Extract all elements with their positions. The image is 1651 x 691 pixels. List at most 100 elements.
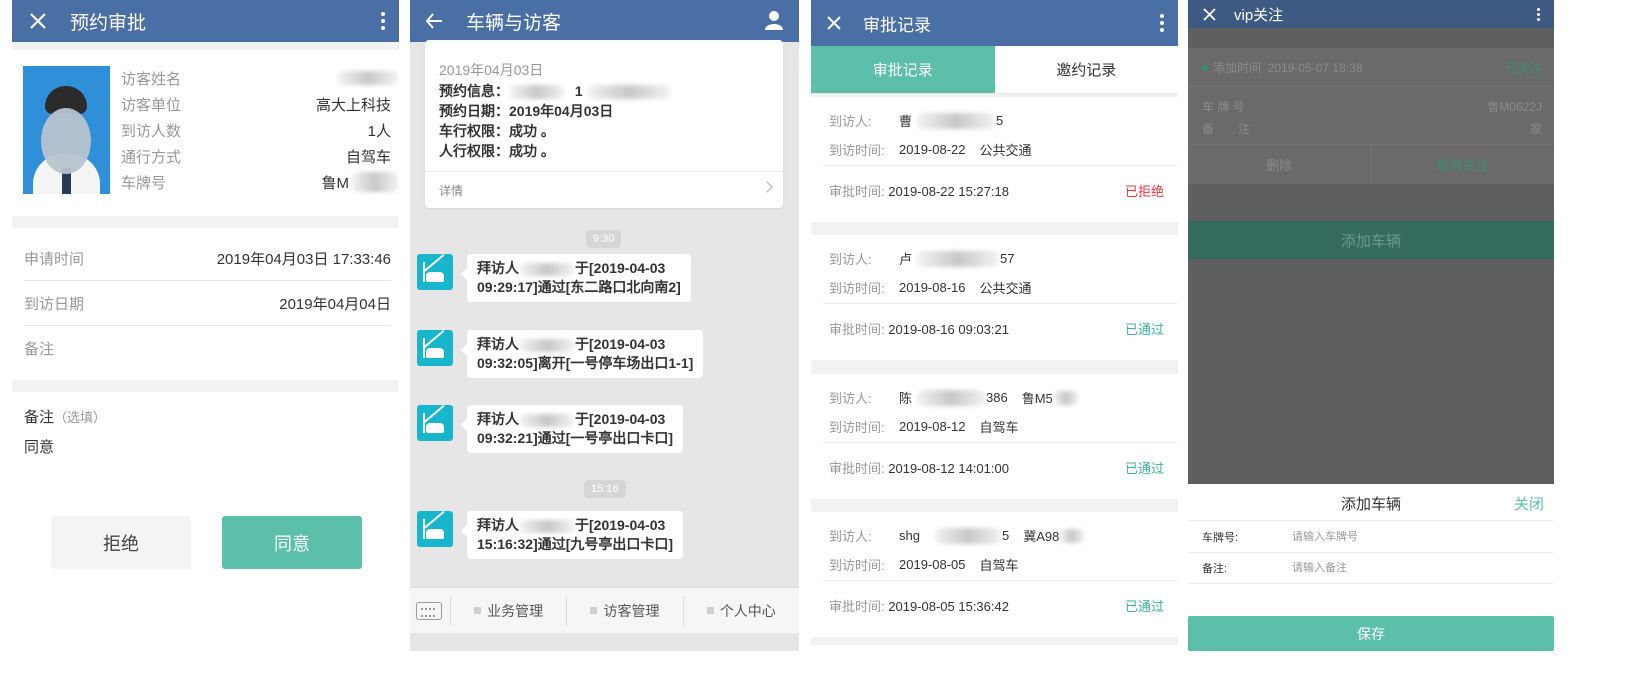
visit-mode: 公共交通 <box>979 281 1032 296</box>
reject-button[interactable]: 拒绝 <box>51 516 191 569</box>
status-badge: 已拒绝 <box>1124 184 1164 199</box>
record-visitor: 到访人: 卢 57 <box>829 249 1014 268</box>
visitor-company-row: 访客单位 高大上科技 <box>121 91 399 117</box>
more-menu-icon[interactable] <box>381 0 385 42</box>
close-icon[interactable] <box>825 14 843 32</box>
info-value: 1 <box>574 83 583 99</box>
visitor-redacted <box>519 338 575 352</box>
date-value: 2019年04月03日 <box>509 103 614 119</box>
menu-icon <box>590 607 598 614</box>
approval-screen: 预约审批 访客姓名 访客单位 高大上科技 到访人数 1人 通行方式 自驾车 车牌… <box>12 0 399 691</box>
header-bar: 车辆与访客 <box>410 0 799 42</box>
approval-records-screen: 审批记录 审批记录 邀约记录 到访人: 曹 5 到访时间: 2019-08-22… <box>811 0 1178 645</box>
approve-button[interactable]: 同意 <box>222 516 362 569</box>
tab-business[interactable]: 业务管理 <box>450 595 566 626</box>
note-input[interactable]: 同意 <box>24 436 54 457</box>
close-icon[interactable] <box>1202 7 1216 21</box>
keyboard-icon[interactable] <box>416 601 442 620</box>
user-icon[interactable] <box>763 9 785 31</box>
save-button[interactable]: 保存 <box>1188 616 1554 651</box>
visit-time: 2019-08-16 <box>899 280 966 295</box>
note-value: 家 <box>1529 122 1542 136</box>
visitor-count-label: 到访人数 <box>121 122 182 140</box>
visitor-name: 曹 <box>899 114 913 129</box>
tab-approval-records[interactable]: 审批记录 <box>811 46 995 93</box>
add-vehicle-sheet: 添加车辆 关闭 车牌号: 备注: 保存 <box>1188 484 1554 691</box>
time-chip: 9:30 <box>586 230 622 248</box>
add-time-label: 添加时间 <box>1213 61 1262 75</box>
visit-mode: 自驾车 <box>979 558 1019 573</box>
record-card[interactable]: 到访人: 曹 5 到访时间: 2019-08-22 公共交通 审批时间: 201… <box>811 97 1178 222</box>
header-bar: 预约审批 <box>12 0 399 42</box>
visit-time: 2019-08-22 <box>899 142 966 157</box>
menu-icon <box>706 607 714 614</box>
remark-input[interactable] <box>1292 562 1532 574</box>
visitor-plate: 鲁M5 <box>1021 391 1053 406</box>
record-visit-time: 到访时间: 2019-08-05 自驾车 <box>829 555 1019 574</box>
visitor-count-row: 到访人数 1人 <box>121 117 399 143</box>
note-header: 备注（选填） <box>24 406 106 427</box>
plate-input[interactable] <box>1292 530 1532 543</box>
segment-tabs: 审批记录 邀约记录 <box>811 46 1178 94</box>
page-title: 审批记录 <box>863 15 931 35</box>
message-line1: 于[2019-04-03 <box>575 260 666 276</box>
note-label: 备注 <box>24 409 55 426</box>
close-button[interactable]: 关闭 <box>1514 493 1544 514</box>
unfollow-button[interactable]: 取消关注 <box>1372 144 1555 184</box>
page-title: 预约审批 <box>70 12 147 34</box>
back-arrow-icon[interactable] <box>424 11 444 31</box>
info-redacted <box>509 85 565 100</box>
close-icon[interactable] <box>28 11 48 31</box>
time-chip: 15:16 <box>584 480 626 498</box>
visit-time-label: 到访时间: <box>829 281 885 296</box>
status-dot-icon <box>1202 65 1208 71</box>
card-date: 2019年04月03日 <box>439 62 544 78</box>
visit-time-label: 到访时间: <box>829 420 885 435</box>
add-time: 添加时间 2019-05-07 18:38 <box>1213 59 1362 76</box>
gate-icon <box>417 511 453 547</box>
message-bubble: 拜访人 于[2019-04-03 15:16:32]通过[九号亭出口卡口] <box>460 511 684 559</box>
tab-label: 个人中心 <box>719 602 776 619</box>
tab-visitors[interactable]: 访客管理 <box>566 595 682 626</box>
record-card[interactable]: 到访人: 陈 386 鲁M5 到访时间: 2019-08-12 自驾车 审批时间… <box>811 374 1178 499</box>
tab-label: 业务管理 <box>487 602 544 619</box>
plate-field-row: 车牌号: <box>1188 520 1554 552</box>
reservation-date-line: 预约日期：2019年04月03日 <box>439 101 613 121</box>
visitor-label: 到访人: <box>829 391 872 406</box>
redacted <box>916 250 1001 267</box>
more-menu-icon[interactable] <box>1160 0 1164 46</box>
record-approve-time: 审批时间: 2019-08-16 09:03:21 <box>829 319 1009 338</box>
approve-label: 审批时间: <box>829 322 885 337</box>
detail-link[interactable]: 详情 <box>425 171 783 208</box>
delete-button[interactable]: 删除 <box>1188 144 1372 184</box>
message-prefix: 拜访人 <box>477 517 519 533</box>
visitor-count-value: 1人 <box>367 122 391 140</box>
tab-invitation-records[interactable]: 邀约记录 <box>994 46 1178 93</box>
gate-icon <box>417 405 453 441</box>
followed-badge: 已关注 <box>1505 61 1542 75</box>
message-prefix: 拜访人 <box>477 260 519 276</box>
record-visitor: 到访人: 陈 386 鲁M5 <box>829 388 1079 407</box>
record-visit-time: 到访时间: 2019-08-16 公共交通 <box>829 278 1032 297</box>
transport-row: 通行方式 自驾车 <box>121 143 399 169</box>
message-line2: 09:32:21]通过[一号亭出口卡口] <box>477 430 674 446</box>
modal-overlay[interactable]: 添加时间 2019-05-07 18:38 已关注 车 牌 号 鲁M0622J … <box>1188 28 1554 484</box>
visit-date-row: 到访日期 2019年04月04日 <box>24 282 391 326</box>
visit-time-label: 到访时间: <box>829 558 885 573</box>
status-badge: 已通过 <box>1124 461 1164 476</box>
note-row: 备 注 家 <box>1202 120 1542 137</box>
record-card[interactable]: 到访人: shg 5 冀A98 到访时间: 2019-08-05 自驾车 审批时… <box>811 512 1178 637</box>
page-title: vip关注 <box>1234 6 1284 24</box>
gate-icon <box>417 330 453 366</box>
time-card: 申请时间 2019年04月03日 17:33:46 到访日期 2019年04月0… <box>12 228 399 380</box>
more-menu-icon[interactable] <box>1537 0 1540 28</box>
card-actions: 删除 取消关注 <box>1188 144 1554 184</box>
visitor-name-label: 访客姓名 <box>121 70 182 88</box>
tab-profile[interactable]: 个人中心 <box>682 595 799 626</box>
header-bar: 审批记录 <box>811 0 1178 46</box>
record-card[interactable]: 到访人: 卢 57 到访时间: 2019-08-16 公共交通 审批时间: 20… <box>811 235 1178 360</box>
add-vehicle-button[interactable]: 添加车辆 <box>1188 221 1554 259</box>
gate-icon <box>417 254 453 290</box>
info-label: 预约信息： <box>439 83 509 99</box>
remark-field-row: 备注: <box>1188 552 1554 584</box>
